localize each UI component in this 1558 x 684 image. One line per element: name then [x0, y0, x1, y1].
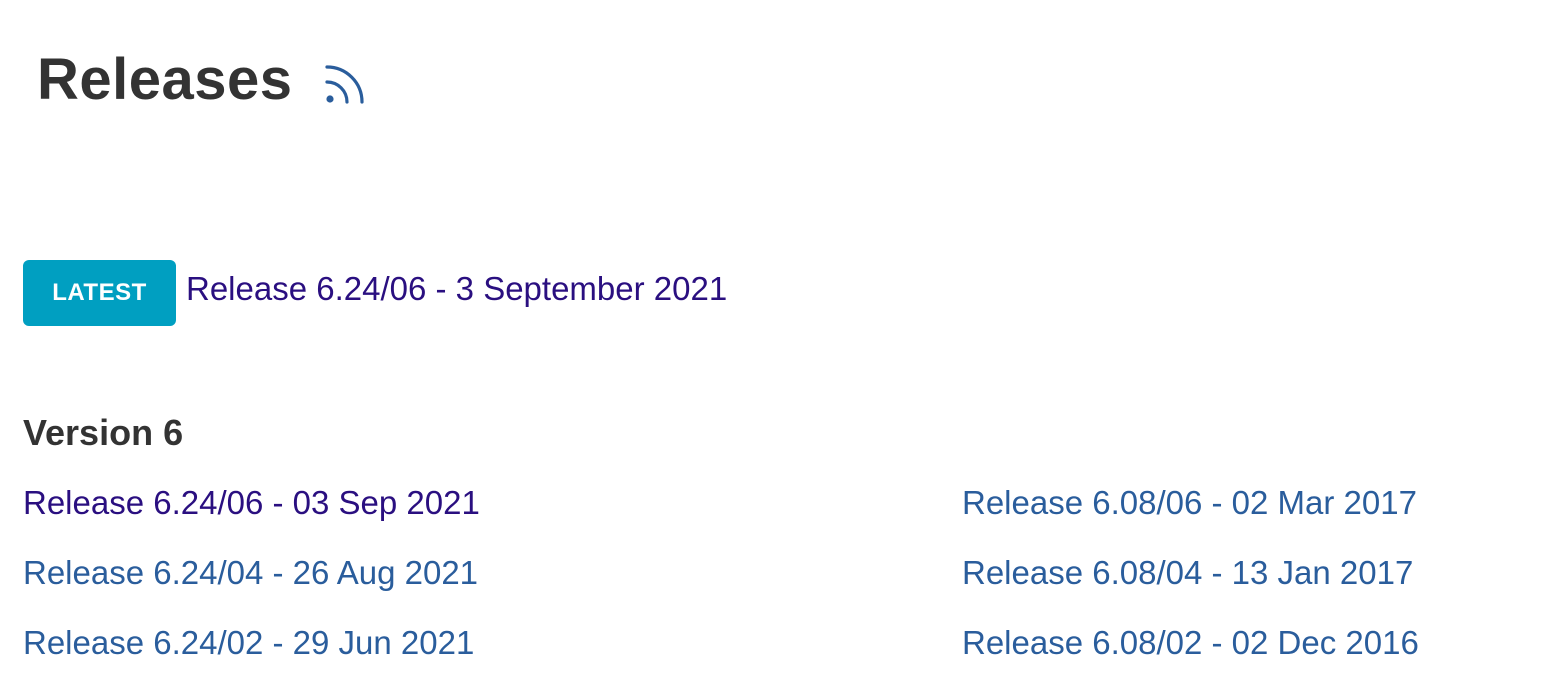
list-item: Release 6.08/02 - 02 Dec 2016: [962, 623, 1419, 684]
version-heading: Version 6: [23, 412, 184, 453]
release-link[interactable]: Release 6.08/02 - 02 Dec 2016: [962, 624, 1419, 661]
latest-release-link[interactable]: Release 6.24/06 - 3 September 2021: [186, 270, 727, 308]
release-link[interactable]: Release 6.24/02 - 29 Jun 2021: [23, 624, 474, 661]
rss-feed-icon: [324, 65, 364, 104]
page-title: Releases: [37, 47, 293, 112]
title-row: Releases: [37, 40, 367, 120]
latest-release-row: LATEST Release 6.24/06 - 3 September 202…: [23, 260, 727, 326]
release-link[interactable]: Release 6.08/04 - 13 Jan 2017: [962, 554, 1413, 591]
release-link[interactable]: Release 6.08/06 - 02 Mar 2017: [962, 484, 1417, 521]
list-item: Release 6.08/06 - 02 Mar 2017: [962, 483, 1419, 553]
list-item: Release 6.24/06 - 03 Sep 2021: [23, 483, 480, 553]
list-item: Release 6.08/04 - 13 Jan 2017: [962, 553, 1419, 623]
release-link[interactable]: Release 6.24/06 - 03 Sep 2021: [23, 484, 480, 521]
release-list-right: Release 6.08/06 - 02 Mar 2017 Release 6.…: [962, 483, 1419, 684]
release-link[interactable]: Release 6.24/04 - 26 Aug 2021: [23, 554, 478, 591]
releases-page: Releases LATEST Release 6.24/06 - 3 Sept…: [0, 0, 1558, 684]
list-item: Release 6.24/04 - 26 Aug 2021: [23, 553, 480, 623]
release-list-left: Release 6.24/06 - 03 Sep 2021 Release 6.…: [23, 483, 480, 684]
latest-badge: LATEST: [23, 260, 176, 326]
rss-feed-link[interactable]: [323, 62, 367, 106]
list-item: Release 6.24/02 - 29 Jun 2021: [23, 623, 480, 684]
